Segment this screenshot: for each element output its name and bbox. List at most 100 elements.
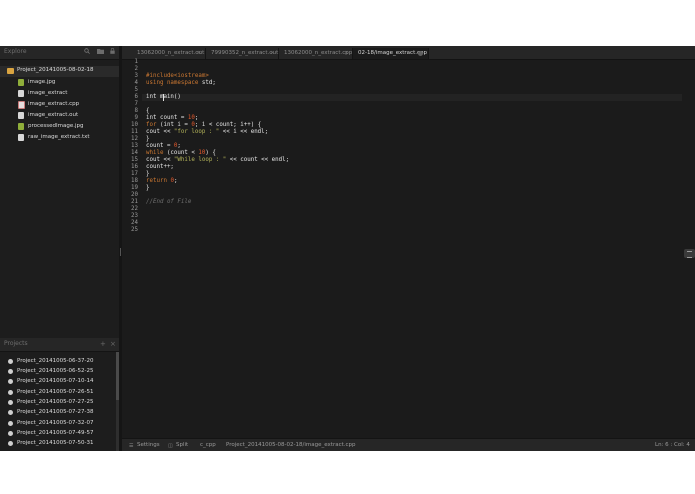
root-folder-label: Project_20141005-08-02-18 bbox=[17, 67, 94, 73]
line-number: 6 bbox=[134, 94, 139, 100]
cursor-position: Ln: 6 : Col: 4 bbox=[655, 442, 690, 448]
file-item[interactable]: processedImage.jpg bbox=[0, 122, 119, 132]
project-label: Project_20141005-07-50-31 bbox=[17, 440, 94, 446]
folder-icon[interactable] bbox=[97, 48, 104, 57]
line-number: 14 bbox=[131, 150, 138, 156]
file-item[interactable]: image_extract.out bbox=[0, 111, 119, 121]
line-number: 11 bbox=[131, 129, 138, 135]
tab-close-icon[interactable]: × bbox=[344, 50, 349, 56]
tab-label: 02-18/image_extract.cpp bbox=[358, 50, 427, 56]
project-label: Project_20141005-07-10-14 bbox=[17, 378, 94, 384]
line-number: 17 bbox=[131, 171, 138, 177]
project-item[interactable]: Project_20141005-06-52-25 bbox=[0, 367, 116, 377]
split-icon[interactable]: ◫ bbox=[168, 443, 173, 449]
project-label: Project_20141005-07-27-38 bbox=[17, 409, 94, 415]
code-line: count++; bbox=[146, 164, 174, 170]
code-line: } bbox=[146, 185, 150, 191]
code-line: //End of File bbox=[146, 199, 192, 205]
projects-title: Projects bbox=[4, 340, 28, 347]
split-button[interactable]: Split bbox=[176, 442, 188, 448]
settings-icon[interactable]: ☰ bbox=[129, 443, 133, 449]
project-icon bbox=[8, 400, 13, 405]
file-label: processedImage.jpg bbox=[28, 123, 84, 129]
file-label: image_extract.cpp bbox=[28, 101, 80, 107]
line-number: 16 bbox=[131, 164, 138, 170]
project-item[interactable]: Project_20141005-07-27-38 bbox=[0, 408, 116, 418]
file-icon bbox=[18, 90, 24, 97]
line-number: 5 bbox=[134, 87, 139, 93]
tab-close-icon[interactable]: × bbox=[197, 50, 202, 56]
project-icon bbox=[8, 359, 13, 364]
close-icon[interactable]: × bbox=[110, 340, 116, 348]
project-label: Project_20141005-07-26-51 bbox=[17, 389, 94, 395]
project-label: Project_20141005-06-37-20 bbox=[17, 358, 94, 364]
file-item[interactable]: image_extract.cpp bbox=[0, 100, 119, 110]
tab-active-file[interactable]: 02-18/image_extract.cpp bbox=[353, 48, 429, 59]
language-mode[interactable]: c_cpp bbox=[200, 442, 216, 448]
settings-button[interactable]: Settings bbox=[137, 442, 160, 448]
project-label: Project_20141005-07-27-25 bbox=[17, 399, 94, 405]
code-line: } bbox=[146, 136, 150, 142]
code-line: } bbox=[146, 171, 150, 177]
explore-title: Explore bbox=[4, 48, 27, 55]
code-line: while (count < 10) { bbox=[146, 150, 216, 156]
root-folder[interactable]: Project_20141005-08-02-18 bbox=[0, 66, 119, 77]
cpp-file-icon bbox=[18, 101, 25, 109]
line-number: 10 bbox=[131, 122, 138, 128]
menu-lines-icon bbox=[687, 251, 692, 258]
file-item[interactable]: image_extract bbox=[0, 89, 119, 99]
project-icon bbox=[8, 441, 13, 446]
line-number: 7 bbox=[134, 101, 139, 107]
line-number: 24 bbox=[131, 220, 138, 226]
line-number: 19 bbox=[131, 185, 138, 191]
project-item[interactable]: Project_20141005-07-50-31 bbox=[0, 439, 116, 449]
project-item[interactable]: Project_20141005-07-26-51 bbox=[0, 388, 116, 398]
file-item[interactable]: raw_image_extract.txt bbox=[0, 133, 119, 143]
ide-window: Explore Project_20141005-08-02-18 image.… bbox=[0, 46, 695, 451]
resize-grip bbox=[120, 248, 121, 256]
tab-file[interactable]: 13062000_n_extract.out × bbox=[132, 48, 206, 59]
line-number: 12 bbox=[131, 136, 138, 142]
tab-file[interactable]: 13062000_n_extract.cpp × bbox=[279, 48, 353, 59]
project-item[interactable]: Project_20141005-06-37-20 bbox=[0, 357, 116, 367]
tab-bar: 13062000_n_extract.out × 79990352_n_extr… bbox=[122, 46, 695, 60]
tab-file[interactable]: 79990352_n_extract.out × bbox=[206, 48, 279, 59]
code-editor[interactable]: #include<iostream> using namespace std; … bbox=[142, 60, 682, 438]
line-number: 3 bbox=[134, 73, 139, 79]
file-label: raw_image_extract.txt bbox=[28, 134, 90, 140]
line-number: 13 bbox=[131, 143, 138, 149]
plus-icon[interactable]: + bbox=[100, 340, 106, 348]
tab-close-icon[interactable]: × bbox=[270, 50, 275, 56]
search-icon[interactable] bbox=[84, 48, 90, 57]
line-number: 20 bbox=[131, 192, 138, 198]
file-label: image.jpg bbox=[28, 79, 56, 85]
project-item[interactable]: Project_20141005-07-32-07 bbox=[0, 419, 116, 429]
folder-icon bbox=[7, 68, 14, 74]
explore-header: Explore bbox=[0, 46, 119, 60]
tab-label: 79990352_n_extract.out bbox=[211, 50, 279, 56]
project-icon bbox=[8, 431, 13, 436]
line-number: 2 bbox=[134, 66, 139, 72]
file-item[interactable]: image.jpg bbox=[0, 78, 119, 88]
line-number: 21 bbox=[131, 199, 138, 205]
code-line: count = 0; bbox=[146, 143, 181, 149]
project-item[interactable]: Project_20141005-07-49-57 bbox=[0, 429, 116, 439]
project-label: Project_20141005-07-49-57 bbox=[17, 430, 94, 436]
line-number: 25 bbox=[131, 227, 138, 233]
code-line: return 0; bbox=[146, 178, 178, 184]
code-line: using namespace std; bbox=[146, 80, 216, 86]
unsaved-dot-icon[interactable] bbox=[418, 51, 423, 56]
sidebar: Explore Project_20141005-08-02-18 image.… bbox=[0, 46, 119, 451]
project-icon bbox=[8, 379, 13, 384]
project-icon bbox=[8, 421, 13, 426]
code-line: int count = 10; bbox=[146, 115, 199, 121]
project-icon bbox=[8, 369, 13, 374]
project-item[interactable]: Project_20141005-07-27-25 bbox=[0, 398, 116, 408]
line-number-gutter: 1 2 3 4 5 6 7 8 9 10 11 12 13 14 15 16 17 18 19 20 21 22 23 24 2… bbox=[122, 59, 142, 438]
lock-icon[interactable] bbox=[110, 48, 115, 57]
line-number: 22 bbox=[131, 206, 138, 212]
text-cursor bbox=[163, 94, 164, 101]
project-icon bbox=[8, 390, 13, 395]
project-item[interactable]: Project_20141005-07-10-14 bbox=[0, 377, 116, 387]
image-file-icon bbox=[18, 123, 24, 130]
